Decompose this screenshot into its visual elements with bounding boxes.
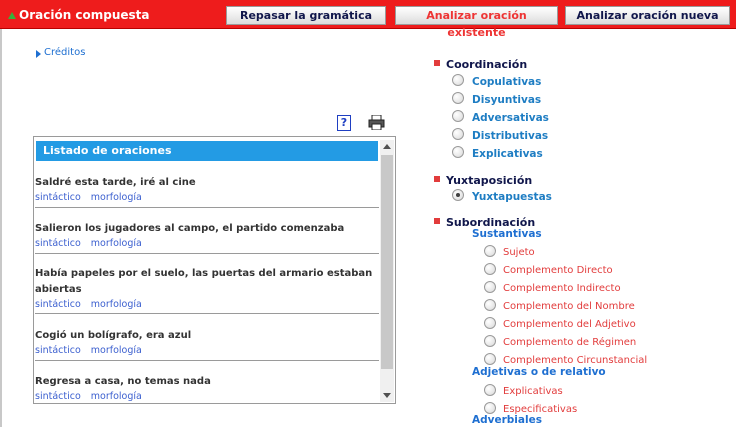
left-border (0, 29, 2, 427)
option-label[interactable]: Complemento Directo (503, 265, 613, 276)
scroll-thumb[interactable] (381, 155, 393, 369)
morfologia-link[interactable]: morfología (91, 345, 142, 356)
list-item[interactable]: Regresa a casa, no temas nada sintáctico… (35, 374, 379, 403)
sintactico-link[interactable]: sintáctico (35, 238, 81, 249)
radio-distributivas[interactable] (452, 128, 464, 140)
adjetivas-title: Adjetivas o de relativo (472, 366, 606, 378)
yuxtaposicion-title: Yuxtaposición (446, 174, 533, 187)
square-bullet-icon (434, 60, 440, 66)
radio-adjetivas-explicativas[interactable] (484, 384, 496, 396)
triangle-icon (8, 12, 16, 19)
radio-adjetivas-especificativas[interactable] (484, 402, 496, 414)
option-label[interactable]: Adversativas (472, 112, 549, 124)
radio-complemento-nombre[interactable] (484, 299, 496, 311)
option-label[interactable]: Disyuntivas (472, 94, 541, 106)
sustantivas-title: Sustantivas (472, 228, 542, 240)
list-item[interactable]: Salieron los jugadores al campo, el part… (35, 221, 379, 254)
option-label[interactable]: Complemento del Adjetivo (503, 319, 636, 330)
sintactico-link[interactable]: sintáctico (35, 391, 81, 402)
square-bullet-icon (434, 176, 440, 182)
creditos-link[interactable]: Créditos (44, 47, 85, 58)
top-bar: Oración compuesta Repasar la gramática A… (0, 0, 736, 39)
radio-copulativas[interactable] (452, 74, 464, 86)
option-label[interactable]: Sujeto (503, 247, 535, 258)
analizar-nueva-button[interactable]: Analizar oración nueva (565, 6, 730, 25)
option-label[interactable]: Distributivas (472, 130, 548, 142)
morfologia-link[interactable]: morfología (91, 238, 142, 249)
help-icon[interactable]: ? (337, 115, 351, 131)
arrow-right-icon (36, 50, 41, 58)
coordinacion-title: Coordinación (446, 58, 528, 71)
option-label[interactable]: Explicativas (503, 386, 563, 397)
sintactico-link[interactable]: sintáctico (35, 345, 81, 356)
analizar-existente-button[interactable]: Analizar oración existente (395, 6, 558, 39)
radio-sujeto[interactable] (484, 245, 496, 257)
option-label[interactable]: Complemento de Régimen (503, 337, 636, 348)
sentence-text: Regresa a casa, no temas nada (35, 376, 211, 387)
printer-icon[interactable] (368, 115, 385, 130)
morfologia-link[interactable]: morfología (91, 192, 142, 203)
sentence-text: Cogió un bolígrafo, era azul (35, 330, 192, 341)
option-label[interactable]: Explicativas (472, 148, 543, 160)
option-label[interactable]: Copulativas (472, 76, 541, 88)
scroll-up-icon[interactable] (383, 144, 391, 149)
list-header: Listado de oraciones (36, 141, 378, 161)
adverbiales-title: Adverbiales (472, 414, 542, 426)
scroll-down-icon[interactable] (383, 393, 391, 398)
option-label[interactable]: Yuxtapuestas (472, 191, 552, 203)
sentence-text: Salieron los jugadores al campo, el part… (35, 223, 345, 234)
morfologia-link[interactable]: morfología (91, 299, 142, 310)
option-label[interactable]: Complemento del Nombre (503, 301, 635, 312)
radio-complemento-adjetivo[interactable] (484, 317, 496, 329)
sentence-list[interactable]: Listado de oraciones Saldré esta tarde, … (33, 136, 396, 404)
repasar-gramatica-button[interactable]: Repasar la gramática (226, 6, 386, 25)
radio-disyuntivas[interactable] (452, 92, 464, 104)
sentence-text: Había papeles por el suelo, las puertas … (35, 268, 373, 295)
square-bullet-icon (434, 218, 440, 224)
radio-yuxtapuestas[interactable] (452, 189, 464, 201)
radio-complemento-indirecto[interactable] (484, 281, 496, 293)
list-item[interactable]: Cogió un bolígrafo, era azul sintáctico m… (35, 328, 379, 361)
sintactico-link[interactable]: sintáctico (35, 299, 81, 310)
option-label[interactable]: Complemento Circunstancial (503, 355, 647, 366)
radio-complemento-directo[interactable] (484, 263, 496, 275)
morfologia-link[interactable]: morfología (91, 391, 142, 402)
list-item[interactable]: Había papeles por el suelo, las puertas … (35, 266, 379, 314)
list-scrollbar[interactable] (380, 140, 394, 402)
sentence-text: Saldré esta tarde, iré al cine (35, 177, 196, 188)
list-item[interactable]: Saldré esta tarde, iré al cine sintáctic… (35, 175, 379, 208)
radio-adversativas[interactable] (452, 110, 464, 122)
radio-explicativas[interactable] (452, 146, 464, 158)
radio-complemento-regimen[interactable] (484, 335, 496, 347)
radio-complemento-circunstancial[interactable] (484, 353, 496, 365)
sintactico-link[interactable]: sintáctico (35, 192, 81, 203)
app-title: Oración compuesta (19, 8, 150, 22)
option-label[interactable]: Complemento Indirecto (503, 283, 621, 294)
